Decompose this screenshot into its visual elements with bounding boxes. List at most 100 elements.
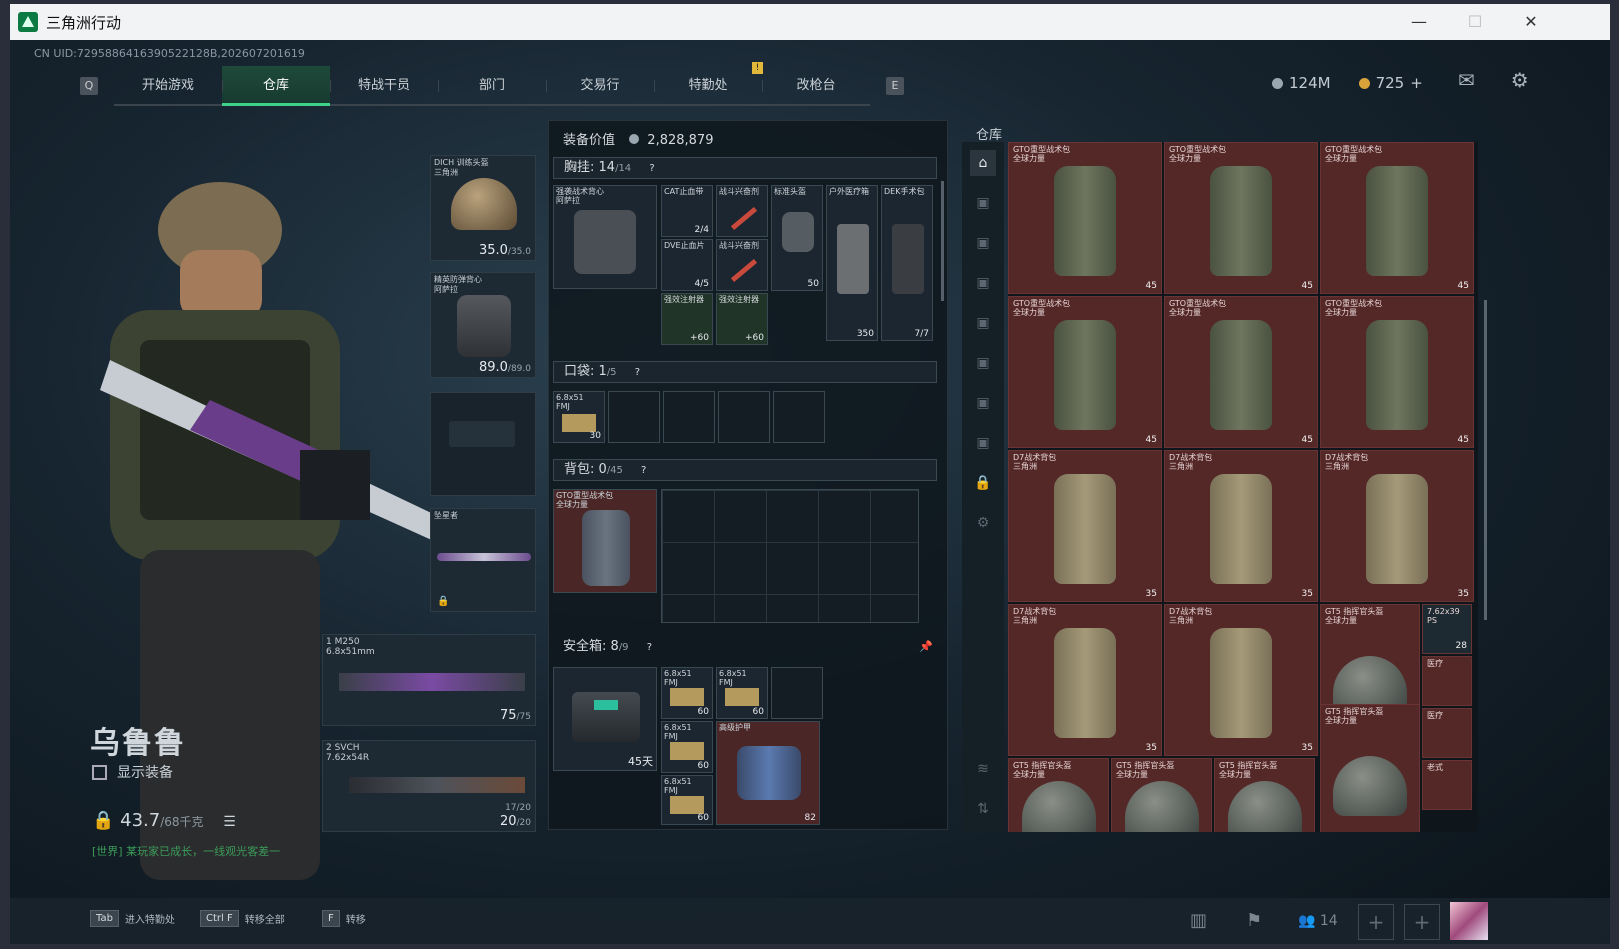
storage-tab-5-icon[interactable]: ▣ [970, 350, 996, 376]
help-icon[interactable]: ? [647, 642, 652, 653]
tab-start-game[interactable]: 开始游戏 [114, 66, 222, 106]
secondary-weapon-slot[interactable]: 2 SVCH 7.62x54R 17/20 20/20 [322, 740, 536, 832]
warehouse-item[interactable]: GT5 指挥官头盔 全球力量 [1214, 758, 1315, 832]
rig-item[interactable]: 战斗兴奋剂 [716, 239, 768, 291]
rig-item[interactable]: 标准头盔 50 [771, 185, 823, 291]
storage-tab-1-icon[interactable]: ▣ [970, 190, 996, 216]
backpack-grid[interactable] [661, 489, 919, 623]
helmet-slot[interactable]: DICH 训练头盔 三角洲 35.0/35.0 [430, 155, 536, 261]
tab-gunsmith[interactable]: 改枪台 [762, 66, 870, 106]
warehouse-item[interactable]: GT5 指挥官头盔 全球力量60.0/60.0 [1320, 704, 1420, 832]
storage-tab-4-icon[interactable]: ▣ [970, 310, 996, 336]
panel-scrollbar[interactable] [941, 181, 944, 301]
list-icon[interactable]: ☰ [223, 814, 236, 830]
backpack-item[interactable]: GTO重型战术包 全球力量 [553, 489, 657, 593]
show-equipment-toggle[interactable]: 显示装备 [92, 762, 173, 782]
invite-slot-1[interactable]: + [1358, 904, 1394, 940]
warehouse-home-icon[interactable]: ⌂ [970, 150, 996, 176]
friends-count[interactable]: 👥 14 [1298, 913, 1338, 929]
tab-special-ops[interactable]: 特勤处 [654, 66, 762, 106]
layers-icon[interactable]: ≋ [970, 756, 996, 782]
sort-icon[interactable]: ⇅ [970, 796, 996, 822]
help-icon[interactable]: ? [641, 465, 646, 476]
safe-item[interactable]: 6.8x51 FMJ 60 [661, 721, 713, 773]
hotkey-transfer[interactable]: F 转移 [322, 910, 366, 927]
hotkey-special-ops[interactable]: Tab 进入特勤处 [90, 910, 175, 927]
warehouse-scrollbar[interactable] [1484, 300, 1487, 620]
avatar[interactable] [1450, 902, 1488, 940]
backpack-image [1210, 166, 1272, 276]
storage-tab-3-icon[interactable]: ▣ [970, 270, 996, 296]
warehouse-item[interactable]: D7战术背包 三角洲 35 [1008, 604, 1162, 756]
safe-item[interactable]: 6.8x51 FMJ 60 [716, 667, 768, 719]
warehouse-item[interactable]: D7战术背包 三角洲 35 [1320, 450, 1474, 602]
pocket-slot-empty[interactable] [773, 391, 825, 443]
rig-item[interactable]: 战斗兴奋剂 [716, 185, 768, 237]
tab-operators[interactable]: 特战干员 [330, 66, 438, 106]
warehouse-item[interactable]: GTO重型战术包 全球力量 45 [1008, 142, 1162, 294]
tab-department[interactable]: 部门 [438, 66, 546, 106]
armor-slot[interactable]: 精英防弹背心 阿萨拉 89.0/89.0 [430, 272, 536, 378]
invite-slot-2[interactable]: + [1404, 904, 1440, 940]
mail-icon[interactable]: ✉ [1458, 68, 1475, 92]
rig-item[interactable]: CAT止血带 2/4 [661, 185, 713, 237]
rig-item[interactable]: 强袭战术背心 阿萨拉 [553, 185, 657, 289]
lock-icon[interactable]: 🔒 [970, 470, 996, 496]
tab-warehouse[interactable]: 仓库 [222, 66, 330, 106]
safe-item[interactable]: 6.8x51 FMJ 60 [661, 775, 713, 825]
pistol-slot[interactable] [430, 392, 536, 496]
maximize-button[interactable]: ☐ [1446, 4, 1504, 40]
pocket-item[interactable]: 6.8x51 FMJ 30 [553, 391, 605, 443]
warehouse-small-item[interactable]: 老式 [1422, 760, 1472, 810]
warehouse-item[interactable]: GT5 指挥官头盔 全球力量 [1008, 758, 1109, 832]
help-icon[interactable]: ? [635, 367, 640, 378]
warehouse-small-item[interactable]: 医疗 [1422, 656, 1472, 706]
close-button[interactable]: ✕ [1502, 4, 1560, 40]
storage-settings-icon[interactable]: ⚙ [970, 510, 996, 536]
nav-prev-key[interactable]: Q [80, 77, 98, 95]
show-equipment-checkbox[interactable] [92, 764, 107, 780]
stats-icon[interactable]: ▥ [1190, 910, 1207, 931]
pocket-slot-empty[interactable] [663, 391, 715, 443]
rig-item[interactable]: 户外医疗箱 350 [826, 185, 878, 341]
helmet-image [1227, 780, 1302, 832]
hotkey-transfer-all[interactable]: Ctrl F 转移全部 [200, 910, 285, 927]
primary-weapon-name: 1 M250 6.8x51mm [326, 637, 375, 657]
backpack-image [1210, 320, 1272, 430]
warehouse-item[interactable]: D7战术背包 三角洲 35 [1164, 604, 1318, 756]
help-icon[interactable]: ? [649, 163, 654, 174]
warehouse-item[interactable]: GTO重型战术包 全球力量 45 [1320, 142, 1474, 294]
tab-trading[interactable]: 交易行 [546, 66, 654, 106]
warehouse-item[interactable]: GTO重型战术包 全球力量 45 [1164, 142, 1318, 294]
melee-slot[interactable]: 坠星者 🔒 [430, 508, 536, 612]
warehouse-item[interactable]: GTO重型战术包 全球力量 45 [1320, 296, 1474, 448]
warehouse-item[interactable]: GT5 指挥官头盔 全球力量 [1111, 758, 1212, 832]
rig-item[interactable]: DVE止血片 4/5 [661, 239, 713, 291]
primary-weapon-slot[interactable]: 1 M250 6.8x51mm 75/75 [322, 634, 536, 726]
safe-box-container[interactable]: 45天 [553, 667, 657, 771]
rig-item[interactable]: DEK手术包 7/7 [881, 185, 933, 341]
storage-tab-6-icon[interactable]: ▣ [970, 390, 996, 416]
storage-tab-7-icon[interactable]: ▣ [970, 430, 996, 456]
add-currency-button[interactable]: + [1410, 74, 1423, 92]
rig-item[interactable]: 强效注射器 +60 [716, 293, 768, 345]
bottom-bar: Tab 进入特勤处 Ctrl F 转移全部 F 转移 ▥ ⚑ 👥 14 + + [10, 898, 1610, 944]
pocket-slot-empty[interactable] [718, 391, 770, 443]
minimize-button[interactable]: — [1390, 4, 1448, 40]
nav-next-key[interactable]: E [886, 77, 904, 95]
warehouse-small-item[interactable]: 医疗 [1422, 708, 1472, 758]
settings-icon[interactable]: ⚙ [1511, 68, 1529, 92]
safe-slot-empty[interactable] [771, 667, 823, 719]
warehouse-item[interactable]: GTO重型战术包 全球力量 45 [1008, 296, 1162, 448]
warehouse-item[interactable]: D7战术背包 三角洲 35 [1008, 450, 1162, 602]
warehouse-item[interactable]: D7战术背包 三角洲 35 [1164, 450, 1318, 602]
storage-tab-2-icon[interactable]: ▣ [970, 230, 996, 256]
pin-icon[interactable]: 📌 [919, 637, 933, 657]
warehouse-small-item[interactable]: 7.62x39 PS 28 [1422, 604, 1472, 654]
flag-icon[interactable]: ⚑ [1246, 910, 1262, 931]
safe-item[interactable]: 高级护甲 82 [716, 721, 820, 825]
rig-item[interactable]: 强效注射器 +60 [661, 293, 713, 345]
pocket-slot-empty[interactable] [608, 391, 660, 443]
safe-item[interactable]: 6.8x51 FMJ 60 [661, 667, 713, 719]
warehouse-item[interactable]: GTO重型战术包 全球力量 45 [1164, 296, 1318, 448]
